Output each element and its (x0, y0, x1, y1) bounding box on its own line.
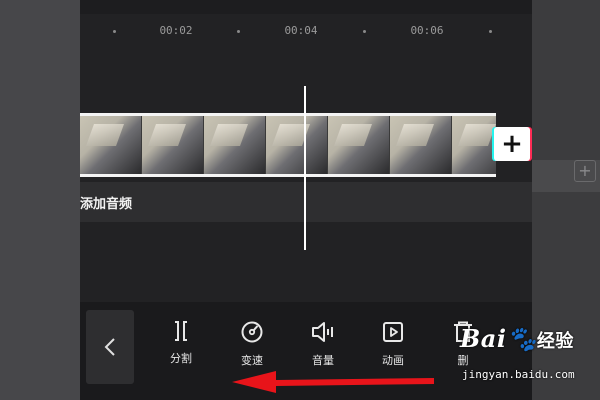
watermark-logo-text: Bai (460, 324, 507, 353)
split-label: 分割 (170, 352, 192, 365)
tick-dot (363, 30, 366, 33)
top-bar (80, 0, 532, 14)
paw-icon: 🐾 (506, 324, 537, 353)
watermark-url: jingyan.baidu.com (462, 368, 575, 381)
animation-button[interactable]: 动画 (371, 320, 415, 368)
split-button[interactable]: 分割 (159, 320, 203, 366)
tick-label: 00:02 (159, 24, 193, 37)
watermark-logo-suffix: 经验 (536, 331, 574, 352)
volume-button[interactable]: 音量 (301, 320, 345, 368)
tick-label: 00:04 (284, 24, 318, 37)
video-thumbnail (390, 116, 452, 174)
background-plus-icon: + (574, 160, 596, 182)
split-icon (175, 321, 187, 341)
video-thumbnail (328, 116, 390, 174)
add-audio-label: 添加音频 (80, 197, 133, 212)
tick-label: 00:06 (410, 24, 444, 37)
video-thumbnail (204, 116, 266, 174)
audio-track[interactable]: 添加音频 (80, 182, 532, 222)
baidu-jingyan-watermark: Bai🐾经验 jingyan.baidu.com (452, 322, 600, 386)
red-arrow-annotation (232, 371, 434, 393)
chevron-left-icon (104, 338, 115, 356)
plus-icon: + (501, 129, 523, 159)
tick-dot (237, 30, 240, 33)
video-thumbnail (142, 116, 204, 174)
video-track[interactable] (80, 113, 496, 177)
video-thumbnail (80, 116, 142, 174)
left-background-panel (0, 0, 80, 400)
animation-icon (383, 322, 403, 342)
video-thumbnail (266, 116, 328, 174)
back-button[interactable] (86, 310, 134, 384)
playhead[interactable] (304, 86, 306, 250)
video-thumbnail (452, 116, 496, 174)
add-clip-button[interactable]: + (494, 127, 530, 161)
tick-dot (489, 30, 492, 33)
speed-icon (241, 321, 263, 343)
tick-dot (113, 30, 116, 33)
speed-button[interactable]: 变速 (230, 320, 274, 368)
volume-icon (312, 322, 333, 342)
timeline-ruler: 00:02 00:04 00:06 (80, 18, 532, 46)
watermark-logo: Bai🐾经验 (460, 324, 574, 353)
